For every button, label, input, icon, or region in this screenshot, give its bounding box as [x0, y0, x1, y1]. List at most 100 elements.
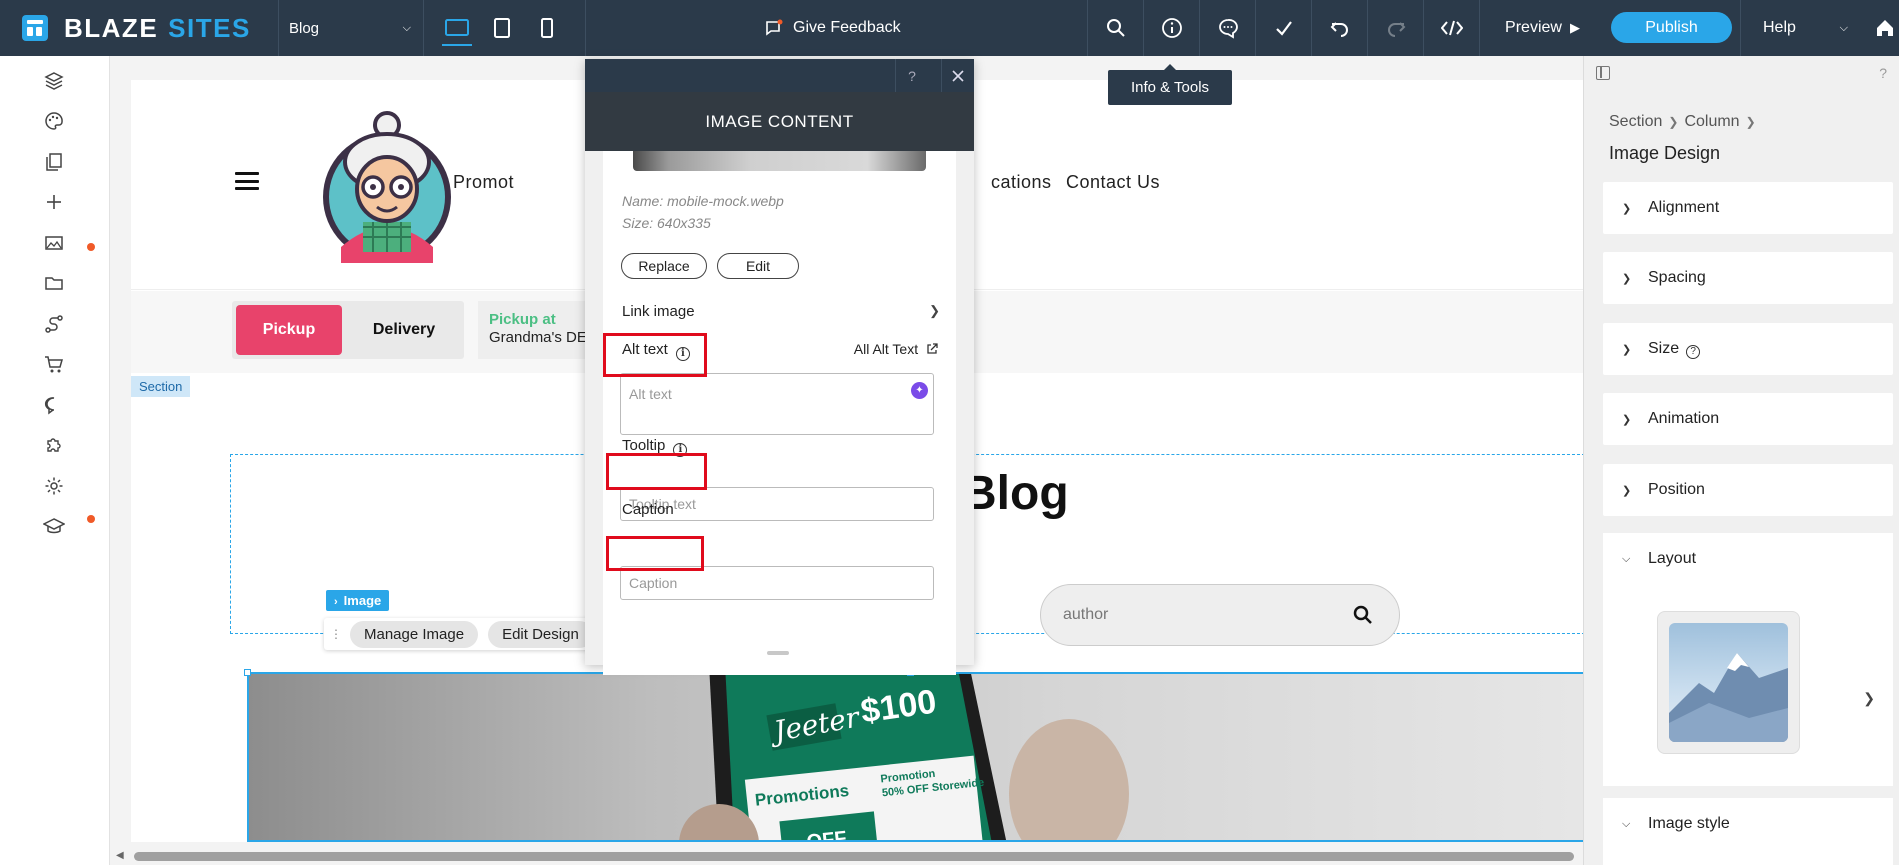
alt-text-input[interactable]	[620, 373, 934, 435]
comments-button[interactable]	[1199, 0, 1255, 56]
nav-locations[interactable]: cations	[991, 172, 1052, 193]
canvas-horizontal-scrollbar[interactable]: ◀	[110, 848, 1583, 865]
feedback-icon	[766, 19, 783, 36]
size-label: Size	[1648, 340, 1680, 357]
section-tag[interactable]: Section	[131, 376, 191, 397]
dialog-body: Name: mobile-mock.webp Size: 640x335 Rep…	[603, 151, 956, 675]
layers-icon[interactable]	[42, 69, 66, 93]
settings-gear-icon[interactable]	[42, 474, 66, 498]
blog-title[interactable]: Blog	[962, 466, 1069, 521]
give-feedback-button[interactable]: Give Feedback	[765, 0, 901, 56]
code-view-button[interactable]	[1423, 0, 1479, 56]
nav-promotions[interactable]: Promot	[453, 172, 514, 193]
search-button[interactable]	[1087, 0, 1143, 56]
search-icon	[1353, 605, 1372, 624]
chevron-right-icon: ❯	[1668, 115, 1679, 129]
accordion-alignment[interactable]: ❯ Alignment	[1603, 182, 1893, 234]
check-icon	[1275, 21, 1292, 36]
accordion-label: Alignment	[1648, 199, 1720, 216]
delivery-button[interactable]: Delivery	[350, 305, 458, 355]
pickup-at-label: Pickup at	[489, 311, 556, 328]
media-icon[interactable]	[42, 231, 66, 255]
logo-text-blaze: BLAZE	[64, 12, 159, 43]
edit-design-button[interactable]: Edit Design	[488, 620, 593, 648]
accordion-animation[interactable]: ❯ Animation	[1603, 393, 1893, 445]
hamburger-menu-icon[interactable]	[235, 172, 259, 190]
layout-label[interactable]: Layout	[1648, 550, 1696, 568]
chevron-down-icon: ⌵	[1622, 818, 1631, 830]
all-alt-text-link[interactable]: All Alt Text	[854, 341, 938, 357]
accordion-label: Animation	[1648, 410, 1720, 427]
desktop-view-button[interactable]	[434, 0, 479, 56]
tablet-icon	[493, 18, 510, 38]
page-selector[interactable]: Blog ⌵	[278, 0, 424, 56]
chevron-right-icon[interactable]: ❯	[1863, 690, 1875, 707]
logo-text-sites: SITES	[168, 12, 251, 43]
accordion-label: Spacing	[1648, 269, 1706, 286]
palette-icon[interactable]	[42, 109, 66, 133]
accordion-position[interactable]: ❯ Position	[1603, 464, 1893, 516]
link-image-row[interactable]: Link image	[622, 303, 695, 320]
top-toolbar: BLAZE SITES Blog ⌵ Give Feedback Preview…	[0, 0, 1899, 56]
folder-icon[interactable]	[42, 271, 66, 295]
routing-icon[interactable]	[42, 312, 66, 336]
chevron-down-icon[interactable]: ⌵	[1622, 553, 1630, 566]
grandma-logo[interactable]	[321, 107, 453, 268]
dialog-drag-bar[interactable]: ?	[585, 59, 974, 92]
manage-image-button[interactable]: Manage Image	[350, 620, 479, 648]
breadcrumb-column[interactable]: Column	[1684, 113, 1739, 130]
code-icon	[1440, 20, 1463, 36]
chevron-right-icon: ›	[334, 596, 338, 608]
accordion-image-style[interactable]: ⌵ Image style	[1603, 798, 1893, 865]
cart-icon[interactable]	[42, 352, 66, 376]
pickup-button[interactable]: Pickup	[236, 305, 342, 355]
highlight-alt-text	[603, 333, 707, 377]
puzzle-icon[interactable]	[42, 433, 66, 457]
accordion-layout: ⌵ Layout ❯	[1603, 533, 1893, 786]
pickup-location[interactable]: Pickup at Grandma's DE	[478, 301, 598, 359]
accordion-size[interactable]: ❯ Size?	[1603, 323, 1893, 375]
drag-handle-icon[interactable]: ⋮	[330, 627, 342, 641]
blog-search-bar[interactable]: author	[1040, 584, 1400, 646]
preview-button[interactable]: Preview ▶	[1479, 0, 1605, 56]
ai-generate-alt-icon[interactable]: ✦	[911, 382, 928, 399]
help-circle-icon[interactable]: ?	[1686, 344, 1701, 359]
panel-help-icon[interactable]: ?	[1879, 65, 1887, 81]
mountain-image-icon	[1669, 623, 1788, 742]
undo-button[interactable]	[1311, 0, 1367, 56]
chevron-right-icon[interactable]: ❯	[929, 303, 940, 319]
home-button[interactable]	[1870, 0, 1899, 56]
layout-option-thumbnail[interactable]	[1657, 611, 1800, 754]
save-check-button[interactable]	[1255, 0, 1311, 56]
logo[interactable]: BLAZE SITES	[22, 0, 251, 56]
add-element-icon[interactable]	[42, 190, 66, 214]
dialog-help-button[interactable]: ?	[895, 59, 928, 92]
resize-handle-top-left[interactable]	[244, 669, 251, 676]
scroll-left-icon[interactable]: ◀	[116, 850, 124, 861]
help-menu[interactable]: Help ⌵	[1740, 0, 1860, 56]
tablet-view-button[interactable]	[479, 0, 524, 56]
publish-button[interactable]: Publish	[1611, 12, 1732, 43]
accordion-spacing[interactable]: ❯ Spacing	[1603, 252, 1893, 304]
edit-image-button[interactable]: Edit	[717, 253, 799, 279]
replace-image-button[interactable]: Replace	[621, 253, 707, 279]
image-element-tag[interactable]: › Image	[326, 590, 390, 611]
design-panel: ? Section ❯ Column ❯ Image Design ❯ Alignme…	[1583, 56, 1899, 865]
academy-cap-icon[interactable]	[42, 514, 66, 538]
panel-toggle-icon[interactable]	[1596, 66, 1610, 80]
mobile-view-button[interactable]	[524, 0, 569, 56]
selected-image[interactable]: $100 Jeeter Promotions Promotion 50% OFF…	[247, 672, 1583, 842]
caption-input[interactable]	[620, 566, 934, 600]
caption-label: Caption	[622, 501, 674, 518]
nav-contact-us[interactable]: Contact Us	[1066, 172, 1160, 193]
pages-icon[interactable]	[42, 150, 66, 174]
chat-bubble-icon[interactable]	[42, 393, 66, 417]
breadcrumb-section[interactable]: Section	[1609, 113, 1662, 130]
scrollbar-thumb[interactable]	[134, 852, 1574, 861]
info-tools-button[interactable]	[1143, 0, 1199, 56]
toolbar-divider	[585, 0, 586, 56]
dialog-resize-grip[interactable]	[767, 651, 789, 655]
dialog-close-button[interactable]	[941, 59, 974, 92]
redo-button[interactable]	[1367, 0, 1423, 56]
home-icon	[1876, 20, 1893, 36]
